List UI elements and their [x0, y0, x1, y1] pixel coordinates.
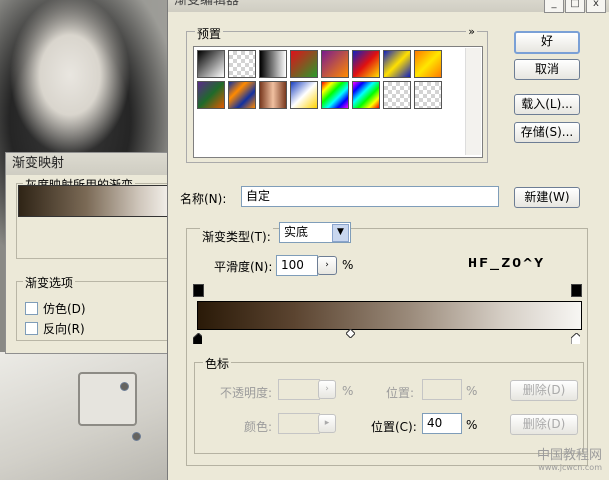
preset-swatch[interactable]: [383, 81, 411, 109]
opacity-stop-left[interactable]: [193, 284, 204, 297]
name-field[interactable]: 自定: [241, 186, 499, 207]
dither-label: 仿色(D): [43, 302, 86, 316]
watermark-url: www.jcwcn.com: [538, 463, 602, 472]
gradient-editor-window: 渐变编辑器 _ □ x 预置 » 好 取消 载入(L)... 存储(S)... …: [167, 0, 609, 480]
editor-title: 渐变编辑器: [168, 0, 609, 12]
name-label: 名称(N):: [180, 192, 227, 206]
opacity-location-percent: %: [466, 384, 478, 398]
type-select-value: 实底: [284, 225, 309, 239]
preset-swatch[interactable]: [259, 50, 287, 78]
presets-group: 预置 »: [186, 25, 488, 163]
preset-swatch[interactable]: [352, 50, 380, 78]
delete-opacity-button[interactable]: 删除(D): [510, 380, 578, 401]
gradient-map-preview[interactable]: [18, 185, 170, 217]
watermark-text: 中国教程网: [536, 448, 602, 463]
smoothness-arrow-icon[interactable]: ›: [317, 256, 337, 275]
opacity-stop-right[interactable]: [571, 284, 582, 297]
load-button[interactable]: 载入(L)...: [514, 94, 580, 115]
preset-swatch[interactable]: [259, 81, 287, 109]
cancel-button[interactable]: 取消: [514, 59, 580, 80]
gradient-bar[interactable]: [197, 301, 582, 330]
preset-swatch[interactable]: [414, 81, 442, 109]
gradient-map-dialog: 渐变映射 灰度映射所用的渐变 渐变选项 仿色(D) 反向(R): [5, 152, 178, 354]
preset-swatch[interactable]: [228, 81, 256, 109]
save-button[interactable]: 存储(S)...: [514, 122, 580, 143]
color-location-field[interactable]: 40: [422, 413, 462, 434]
type-label: 渐变类型(T):: [200, 228, 273, 245]
logo-text: HF_ZO^Y: [468, 255, 546, 271]
color-stop-left[interactable]: [193, 333, 202, 344]
color-label: 颜色:: [244, 420, 273, 434]
gradient-options-label: 渐变选项: [23, 274, 76, 291]
ok-button[interactable]: 好: [514, 31, 580, 54]
color-location-label: 位置(C):: [371, 420, 417, 434]
preset-swatch[interactable]: [321, 81, 349, 109]
maximize-button[interactable]: □: [565, 0, 585, 13]
shirt-pocket: [78, 372, 137, 426]
color-swatch[interactable]: [278, 413, 320, 434]
shirt-button: [120, 382, 129, 391]
preset-swatch[interactable]: [290, 50, 318, 78]
opacity-field[interactable]: [278, 379, 320, 400]
reverse-label: 反向(R): [43, 322, 85, 336]
preset-swatch[interactable]: [197, 50, 225, 78]
opacity-percent: %: [342, 384, 354, 398]
minimize-button[interactable]: _: [544, 0, 564, 13]
smoothness-field[interactable]: 100: [276, 255, 318, 276]
delete-color-button[interactable]: 删除(D): [510, 414, 578, 435]
dither-checkbox[interactable]: [25, 302, 38, 315]
preset-swatch[interactable]: [414, 50, 442, 78]
gradient-map-title: 渐变映射: [6, 153, 168, 175]
smoothness-percent: %: [342, 258, 354, 272]
background-photo-lower: [0, 352, 170, 480]
chevron-down-icon[interactable]: ▼: [332, 224, 349, 242]
shirt-button: [132, 432, 141, 441]
stops-group-label: 色标: [203, 355, 232, 372]
new-button[interactable]: 新建(W): [514, 187, 580, 208]
preset-swatch[interactable]: [228, 50, 256, 78]
midpoint-diamond-icon[interactable]: [346, 329, 355, 338]
preset-swatch[interactable]: [290, 81, 318, 109]
presets-menu-icon[interactable]: »: [466, 25, 477, 38]
color-arrow-icon[interactable]: ▸: [318, 414, 336, 433]
presets-scrollbar[interactable]: [465, 48, 481, 155]
watermark: 中国教程网 www.jcwcn.com: [536, 448, 602, 474]
opacity-arrow-icon[interactable]: ›: [318, 380, 336, 399]
presets-grid: [193, 46, 483, 158]
preset-swatch[interactable]: [197, 81, 225, 109]
close-button[interactable]: x: [586, 0, 606, 13]
smoothness-label: 平滑度(N):: [214, 260, 273, 274]
reverse-checkbox[interactable]: [25, 322, 38, 335]
opacity-location-field[interactable]: [422, 379, 462, 400]
presets-label: 预置: [195, 25, 224, 42]
opacity-location-label: 位置:: [386, 386, 415, 400]
color-stop-right[interactable]: [571, 333, 580, 344]
gradient-options-group: 渐变选项 仿色(D) 反向(R): [16, 274, 178, 341]
opacity-label: 不透明度:: [220, 386, 273, 400]
preset-swatch[interactable]: [383, 50, 411, 78]
color-location-percent: %: [466, 418, 478, 432]
preset-swatch[interactable]: [352, 81, 380, 109]
preset-swatch[interactable]: [321, 50, 349, 78]
stops-group: 色标: [194, 355, 584, 454]
type-select[interactable]: 实底 ▼: [279, 222, 351, 243]
